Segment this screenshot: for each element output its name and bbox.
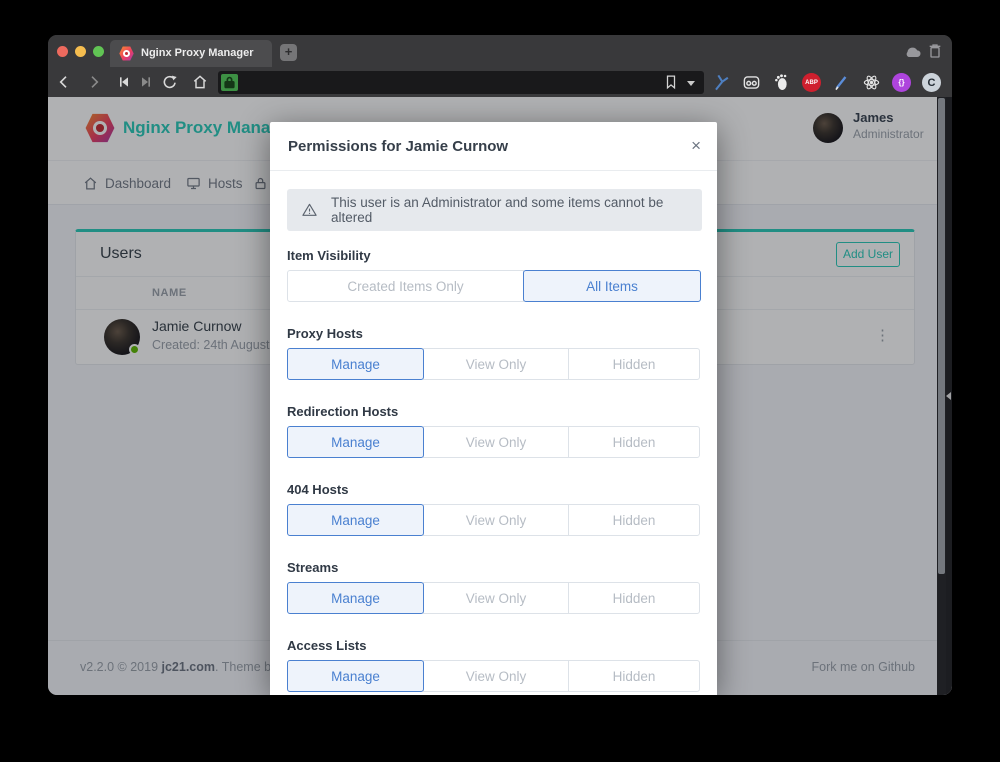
streams-view-only-button[interactable]: View Only: [423, 582, 569, 614]
close-icon[interactable]: ×: [691, 122, 701, 169]
item-visibility-label: Item Visibility: [287, 248, 702, 263]
access-lists-manage-button[interactable]: Manage: [287, 660, 424, 692]
proxy-hosts-group: Manage View Only Hidden: [287, 348, 702, 380]
redirection-hosts-group: Manage View Only Hidden: [287, 426, 702, 458]
permissions-modal: Permissions for Jamie Curnow × This user…: [270, 122, 717, 695]
forward-icon[interactable]: [86, 74, 102, 90]
browser-window: Nginx Proxy Manager +: [48, 35, 952, 695]
proxy-hosts-view-only-button[interactable]: View Only: [423, 348, 569, 380]
404-hosts-manage-button[interactable]: Manage: [287, 504, 424, 536]
address-bar[interactable]: [218, 71, 704, 94]
404-hosts-view-only-button[interactable]: View Only: [423, 504, 569, 536]
404-hosts-group: Manage View Only Hidden: [287, 504, 702, 536]
purple-braces-extension-icon[interactable]: {}: [892, 73, 911, 92]
goggles-extension-icon[interactable]: [742, 73, 761, 92]
access-lists-label: Access Lists: [287, 638, 702, 653]
home-icon[interactable]: [192, 74, 208, 90]
modal-header: Permissions for Jamie Curnow ×: [270, 122, 717, 171]
tab-title: Nginx Proxy Manager: [141, 40, 253, 67]
bookmark-caret-icon[interactable]: [687, 81, 695, 86]
access-lists-view-only-button[interactable]: View Only: [423, 660, 569, 692]
redirection-hosts-hidden-button[interactable]: Hidden: [568, 426, 700, 458]
modal-title: Permissions for Jamie Curnow: [288, 122, 508, 171]
visibility-all-items-button[interactable]: All Items: [523, 270, 701, 302]
rewind-icon[interactable]: [116, 74, 132, 90]
trash-icon[interactable]: [927, 42, 943, 65]
warning-icon: [301, 201, 318, 219]
redirection-hosts-label: Redirection Hosts: [287, 404, 702, 419]
modal-body: This user is an Administrator and some i…: [287, 171, 702, 692]
visibility-created-items-only-button[interactable]: Created Items Only: [287, 270, 524, 302]
browser-toolbar: ABP {} C: [48, 67, 952, 97]
new-tab-button[interactable]: +: [280, 44, 297, 61]
browser-tabbar: Nginx Proxy Manager +: [48, 35, 952, 67]
adblock-plus-extension-icon[interactable]: ABP: [802, 73, 821, 92]
access-lists-group: Manage View Only Hidden: [287, 660, 702, 692]
web-page: Nginx Proxy Manager James Administrator …: [48, 97, 952, 695]
proxy-hosts-label: Proxy Hosts: [287, 326, 702, 341]
traffic-light-zoom[interactable]: [93, 46, 104, 57]
admin-alert-text: This user is an Administrator and some i…: [331, 195, 688, 225]
redirection-hosts-view-only-button[interactable]: View Only: [423, 426, 569, 458]
pen-extension-icon[interactable]: [832, 73, 851, 92]
404-hosts-label: 404 Hosts: [287, 482, 702, 497]
back-icon[interactable]: [56, 74, 72, 90]
streams-hidden-button[interactable]: Hidden: [568, 582, 700, 614]
traffic-light-close[interactable]: [57, 46, 68, 57]
proxy-hosts-hidden-button[interactable]: Hidden: [568, 348, 700, 380]
redirection-hosts-manage-button[interactable]: Manage: [287, 426, 424, 458]
fast-forward-icon[interactable]: [138, 74, 154, 90]
screen: Nginx Proxy Manager +: [0, 0, 1000, 762]
reload-icon[interactable]: [162, 74, 178, 90]
streams-label: Streams: [287, 560, 702, 575]
item-visibility-group: Created Items Only All Items: [287, 270, 702, 302]
gnome-foot-extension-icon[interactable]: [772, 73, 791, 92]
access-lists-hidden-button[interactable]: Hidden: [568, 660, 700, 692]
cookie-extension-icon[interactable]: C: [922, 73, 941, 92]
404-hosts-hidden-button[interactable]: Hidden: [568, 504, 700, 536]
proxy-hosts-manage-button[interactable]: Manage: [287, 348, 424, 380]
admin-alert: This user is an Administrator and some i…: [287, 189, 702, 231]
favicon-npm: [119, 46, 134, 61]
traffic-light-minimize[interactable]: [75, 46, 86, 57]
blue-fork-extension-icon[interactable]: [712, 73, 731, 92]
sync-cloud-icon[interactable]: [903, 44, 923, 65]
streams-manage-button[interactable]: Manage: [287, 582, 424, 614]
ssl-padlock-icon[interactable]: [221, 74, 238, 91]
browser-tab[interactable]: Nginx Proxy Manager: [110, 40, 272, 67]
streams-group: Manage View Only Hidden: [287, 582, 702, 614]
atom-extension-icon[interactable]: [862, 73, 881, 92]
bookmark-flag-icon[interactable]: [664, 74, 678, 95]
